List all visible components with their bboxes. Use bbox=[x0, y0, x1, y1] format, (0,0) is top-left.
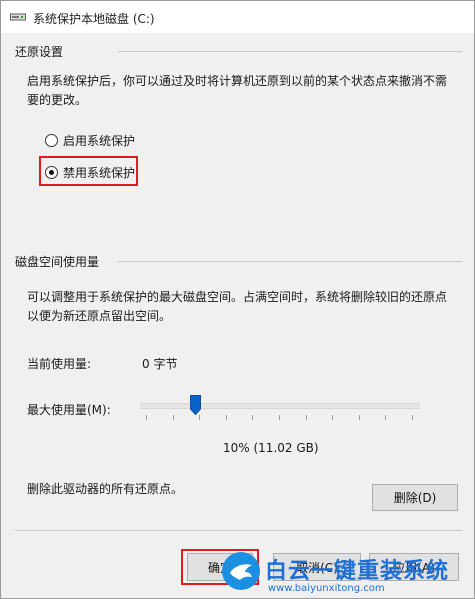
footer-divider bbox=[15, 530, 462, 531]
title-bar: 系统保护本地磁盘 (C:) bbox=[1, 1, 474, 33]
disk-usage-description-line-2: 以便为新还原点留出空间。 bbox=[27, 309, 172, 323]
slider-tick bbox=[412, 415, 413, 420]
disk-usage-description: 可以调整用于系统保护的最大磁盘空间。占满空间时，系统将删除较旧的还原点 以便为新… bbox=[27, 288, 467, 326]
slider-tick bbox=[252, 415, 254, 420]
dialog-window: 系统保护本地磁盘 (C:) 还原设置 启用系统保护后，你可以通过及时将计算机还原… bbox=[0, 0, 475, 599]
ok-button[interactable]: 确定 bbox=[187, 553, 253, 581]
disable-protection-radio[interactable]: 禁用系统保护 bbox=[45, 164, 135, 181]
restore-description-line-2: 要的更改。 bbox=[27, 93, 88, 107]
disk-usage-heading: 磁盘空间使用量 bbox=[15, 255, 100, 269]
current-usage-value: 0 字节 bbox=[142, 357, 178, 371]
slider-tick bbox=[385, 415, 387, 420]
restore-description-line-1: 启用系统保护后，你可以通过及时将计算机还原到以前的某个状态点来撤消不需 bbox=[27, 74, 448, 88]
drive-icon bbox=[10, 13, 26, 21]
slider-tick bbox=[358, 415, 360, 420]
slider-tick bbox=[172, 415, 174, 420]
disk-usage-divider bbox=[118, 261, 462, 262]
slider-tick bbox=[305, 415, 307, 420]
disk-usage-description-line-1: 可以调整用于系统保护的最大磁盘空间。占满空间时，系统将删除较旧的还原点 bbox=[27, 290, 448, 304]
slider-track bbox=[141, 403, 419, 409]
radio-unchecked-icon bbox=[45, 134, 58, 147]
apply-button[interactable]: 应用(A) bbox=[369, 553, 459, 581]
restore-settings-description: 启用系统保护后，你可以通过及时将计算机还原到以前的某个状态点来撤消不需 要的更改… bbox=[27, 72, 467, 110]
window-title: 系统保护本地磁盘 (C:) bbox=[33, 12, 155, 26]
dialog-content: 还原设置 启用系统保护后，你可以通过及时将计算机还原到以前的某个状态点来撤消不需… bbox=[1, 33, 474, 598]
enable-protection-radio[interactable]: 启用系统保护 bbox=[45, 132, 135, 149]
cancel-button[interactable]: 取消(C) bbox=[273, 553, 361, 581]
slider-tick bbox=[199, 415, 201, 420]
max-usage-slider[interactable] bbox=[141, 395, 419, 421]
radio-checked-icon bbox=[45, 166, 58, 179]
max-usage-value: 10% (11.02 GB) bbox=[223, 441, 319, 455]
delete-button[interactable]: 删除(D) bbox=[372, 484, 458, 511]
delete-description: 删除此驱动器的所有还原点。 bbox=[27, 482, 184, 496]
max-usage-label: 最大使用量(M): bbox=[27, 403, 111, 417]
slider-tick bbox=[279, 415, 280, 420]
slider-tick bbox=[225, 415, 227, 420]
disable-protection-label: 禁用系统保护 bbox=[63, 166, 136, 180]
slider-tick bbox=[146, 415, 147, 420]
slider-tick bbox=[332, 415, 334, 420]
current-usage-label: 当前使用量: bbox=[27, 357, 92, 371]
restore-settings-heading: 还原设置 bbox=[15, 45, 64, 59]
restore-settings-divider bbox=[118, 51, 462, 52]
slider-thumb[interactable] bbox=[189, 395, 201, 415]
enable-protection-label: 启用系统保护 bbox=[63, 134, 136, 148]
